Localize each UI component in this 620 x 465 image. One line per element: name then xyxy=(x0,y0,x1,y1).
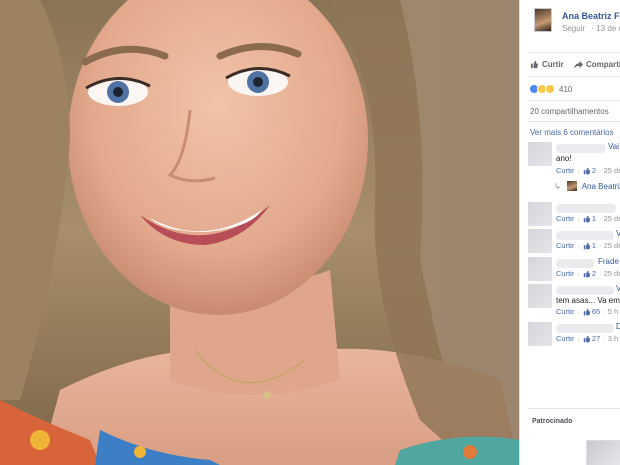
comment-like-link[interactable]: Curtir xyxy=(556,334,574,343)
commenter-avatar[interactable] xyxy=(528,284,552,308)
commenter-avatar[interactable] xyxy=(528,142,552,166)
post-date[interactable]: · 13 de out xyxy=(591,24,620,33)
divider xyxy=(528,100,620,101)
comment-meta: Curtir · 27 · 3 h xyxy=(556,334,619,343)
commenter-name[interactable]: V xyxy=(616,284,620,293)
commenter-name[interactable]: Frade xyxy=(598,257,619,266)
author-name[interactable]: Ana Beatriz F xyxy=(562,11,620,21)
share-action[interactable]: Compartil xyxy=(574,60,620,69)
comment-time[interactable]: · 5 h xyxy=(603,307,618,316)
comment-item: Vai ano! Curtir · 2 · 25 de xyxy=(528,142,620,175)
blurred-name xyxy=(556,204,616,213)
comment-meta: Curtir · 1 · 25 de xyxy=(556,241,620,250)
reply-preview[interactable]: ↳ Ana Beatriz F xyxy=(554,180,620,192)
commenter-avatar[interactable] xyxy=(528,322,552,346)
thumbs-up-icon xyxy=(583,167,591,174)
thumbs-up-icon xyxy=(583,242,591,249)
follow-link[interactable]: Seguir xyxy=(562,24,585,33)
action-bar: Curtir Compartil xyxy=(530,60,620,71)
comment-time[interactable]: · 25 de xyxy=(599,214,620,223)
comment-like-count[interactable]: 1 xyxy=(583,241,596,250)
sponsored-ad-thumbnail[interactable] xyxy=(586,440,620,465)
comment-text: ano! xyxy=(556,154,572,163)
reaction-count: 410 xyxy=(559,84,573,94)
author-avatar[interactable] xyxy=(534,8,552,32)
post-header: Ana Beatriz F Seguir · 13 de out xyxy=(534,8,620,38)
like-action[interactable]: Curtir xyxy=(530,60,564,69)
comment-like-link[interactable]: Curtir xyxy=(556,166,574,175)
comment-time[interactable]: · 25 de xyxy=(599,269,620,278)
divider xyxy=(528,76,620,77)
thumbs-up-icon xyxy=(583,335,591,342)
comment-like-count[interactable]: 2 xyxy=(583,166,596,175)
divider xyxy=(528,408,620,409)
comment-like-link[interactable]: Curtir xyxy=(556,269,574,278)
blurred-name xyxy=(556,324,614,333)
reply-avatar xyxy=(566,181,577,191)
comment-meta: Curtir · 2 · 25 de xyxy=(556,166,620,175)
comment-like-link[interactable]: Curtir xyxy=(556,214,574,223)
commenter-avatar[interactable] xyxy=(528,229,552,253)
sponsored-heading: Patrocinado xyxy=(532,418,573,425)
comment-meta: Curtir · 1 · 25 de xyxy=(556,214,620,223)
haha-reaction-icon xyxy=(545,84,555,94)
reply-author: Ana Beatriz F xyxy=(581,181,620,191)
selfie-illustration xyxy=(0,0,519,465)
commenter-avatar[interactable] xyxy=(528,202,552,226)
commenter-name[interactable]: D xyxy=(616,322,620,331)
follow-row: Seguir · 13 de out xyxy=(562,24,620,33)
comment-item: V Curtir · 1 · 25 de xyxy=(528,229,620,259)
post-sidebar: Ana Beatriz F Seguir · 13 de out Curtir … xyxy=(519,0,620,465)
comment-like-link[interactable]: Curtir xyxy=(556,241,574,250)
comment-item: D Curtir · 27 · 3 h xyxy=(528,322,620,352)
blurred-name xyxy=(556,259,594,268)
reply-arrow-icon: ↳ xyxy=(554,181,561,191)
blurred-name xyxy=(556,144,606,153)
comment-time[interactable]: · 25 de xyxy=(599,241,620,250)
commenter-name[interactable]: V xyxy=(616,229,620,238)
commenter-avatar[interactable] xyxy=(528,257,552,281)
comment-like-link[interactable]: Curtir xyxy=(556,307,574,316)
comment-text: tem asas... Va em p xyxy=(556,296,620,305)
blurred-name xyxy=(556,286,614,295)
comment-like-count[interactable]: 27 xyxy=(583,334,600,343)
comment-item: V tem asas... Va em p Curtir · 65 · 5 h xyxy=(528,284,620,316)
commenter-name[interactable]: Vai xyxy=(608,142,619,151)
comment-time[interactable]: · 25 de xyxy=(599,166,620,175)
post-photo[interactable] xyxy=(0,0,519,465)
shares-count[interactable]: 20 compartilhamentos xyxy=(530,107,609,116)
divider xyxy=(528,52,620,53)
comment-like-count[interactable]: 2 xyxy=(583,269,596,278)
blurred-name xyxy=(556,231,614,240)
thumbs-up-icon xyxy=(530,60,539,69)
comment-like-count[interactable]: 65 xyxy=(583,307,600,316)
comment-meta: Curtir · 2 · 25 de xyxy=(556,269,620,278)
comment-item: Frade Curtir · 2 · 25 de xyxy=(528,257,620,287)
thumbs-up-icon xyxy=(583,308,591,315)
like-label: Curtir xyxy=(542,60,564,69)
comment-time[interactable]: · 3 h xyxy=(603,334,618,343)
thumbs-up-icon xyxy=(583,270,591,277)
comment-meta: Curtir · 65 · 5 h xyxy=(556,307,619,316)
view-more-comments[interactable]: Ver mais 6 comentários xyxy=(530,128,614,137)
divider xyxy=(528,121,620,122)
comment-item: Curtir · 1 · 25 de xyxy=(528,202,620,232)
reactions-summary[interactable]: 410 xyxy=(529,83,620,95)
share-arrow-icon xyxy=(574,60,584,69)
comment-like-count[interactable]: 1 xyxy=(583,214,596,223)
share-label: Compartil xyxy=(586,60,620,69)
thumbs-up-icon xyxy=(583,215,591,222)
